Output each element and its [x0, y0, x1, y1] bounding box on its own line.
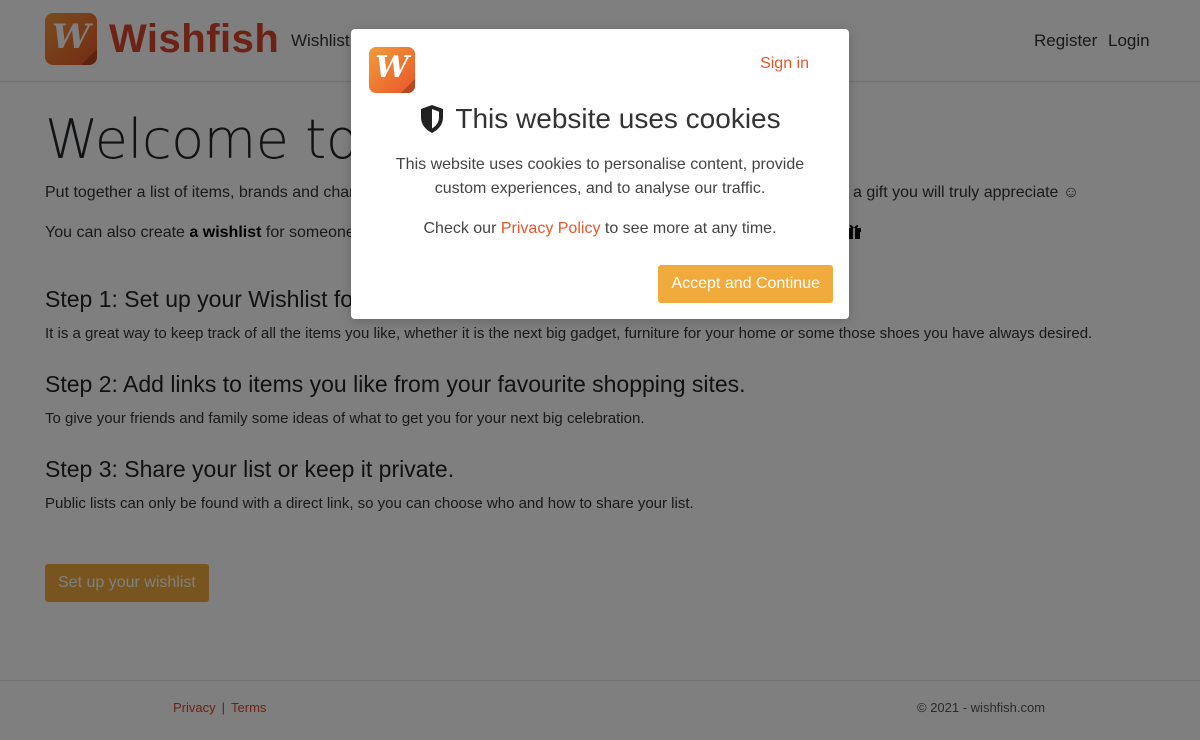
sign-in-link[interactable]: Sign in [760, 55, 809, 73]
cookie-dialog-title-text: This website uses cookies [455, 103, 781, 134]
cookie-description: This website uses cookies to personalise… [395, 156, 805, 197]
policy-suffix: to see more at any time. [600, 220, 777, 237]
privacy-policy-note: Check our Privacy Policy to see more at … [381, 217, 819, 241]
modal-logo-icon: W [369, 47, 415, 93]
cookie-consent-dialog: W Sign in This website uses cookies This… [351, 29, 849, 319]
cookie-dialog-title: This website uses cookies [351, 103, 849, 135]
privacy-policy-link[interactable]: Privacy Policy [501, 220, 601, 237]
accept-continue-button[interactable]: Accept and Continue [658, 265, 833, 303]
shield-icon [421, 105, 444, 133]
modal-logo-fold [401, 79, 415, 93]
policy-prefix: Check our [423, 220, 501, 237]
